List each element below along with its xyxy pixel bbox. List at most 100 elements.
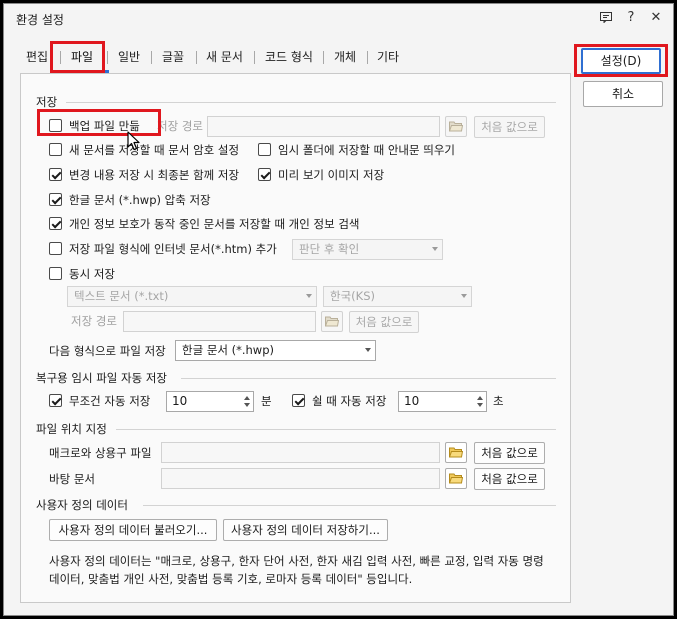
simultaneous-save-checkbox[interactable] (49, 267, 62, 280)
sim-encoding-select[interactable]: 한국(KS) (323, 286, 472, 307)
settings-dialog: 환경 설정 ? ✕ 편집 파일 일반 글꼴 새 문서 코드 형식 개체 기타 설… (3, 3, 674, 616)
idle-seconds-stepper[interactable]: 10 (398, 391, 487, 412)
background-doc-input[interactable] (161, 468, 440, 489)
add-htm-select[interactable]: 판단 후 확인 (292, 239, 443, 260)
save-preview-option[interactable]: 미리 보기 이미지 저장 (258, 167, 398, 183)
save-preview-label: 미리 보기 이미지 저장 (278, 168, 385, 182)
background-reset-button[interactable]: 처음 값으로 (474, 468, 545, 490)
help-window-icon[interactable] (596, 8, 616, 28)
next-format-select[interactable]: 한글 문서 (*.hwp) (175, 340, 376, 361)
background-browse-button[interactable] (445, 468, 467, 489)
add-htm-checkbox[interactable] (49, 242, 62, 255)
simultaneous-save-label: 동시 저장 (69, 267, 115, 281)
tab-divider (60, 51, 61, 64)
tab-font[interactable]: 글꼴 (162, 48, 184, 65)
unconditional-minutes-stepper[interactable]: 10 (166, 391, 254, 412)
idle-seconds-value: 10 (404, 394, 420, 408)
tab-divider (151, 51, 152, 64)
next-format-label: 다음 형식으로 파일 저장 (49, 344, 166, 358)
tab-new-document[interactable]: 새 문서 (206, 48, 243, 65)
sim-format-select[interactable]: 텍스트 문서 (*.txt) (67, 286, 317, 307)
close-icon[interactable]: ✕ (646, 8, 666, 28)
dialog-title: 환경 설정 (16, 13, 64, 27)
save-section-title: 저장 (36, 95, 58, 109)
unconditional-minutes-value: 10 (172, 394, 188, 408)
save-final-checkbox[interactable] (49, 168, 62, 181)
spin-up-icon[interactable] (477, 396, 483, 400)
tab-divider (107, 51, 108, 64)
save-path-browse-button[interactable] (445, 116, 467, 137)
compress-hwp-option[interactable]: 한글 문서 (*.hwp) 압축 저장 (49, 192, 249, 208)
sim-path-reset-button[interactable]: 처음 값으로 (349, 311, 419, 333)
compress-hwp-checkbox[interactable] (49, 193, 62, 206)
simultaneous-save-option[interactable]: 동시 저장 (49, 266, 129, 282)
encrypt-new-label: 새 문서를 저장할 때 문서 암호 설정 (69, 143, 240, 157)
save-final-label: 변경 내용 저장 시 최종본 함께 저장 (69, 168, 240, 182)
tab-code-format[interactable]: 코드 형식 (265, 48, 313, 65)
encrypt-new-option[interactable]: 새 문서를 저장할 때 문서 암호 설정 (49, 142, 259, 158)
save-path-reset-button[interactable]: 처음 값으로 (474, 116, 545, 138)
mouse-cursor-icon (127, 131, 140, 151)
idle-autosave-option[interactable]: 쉴 때 자동 저장 (292, 393, 402, 409)
spin-down-icon[interactable] (477, 403, 483, 407)
section-divider (143, 505, 556, 506)
temp-folder-notice-checkbox[interactable] (258, 143, 271, 156)
title-bar: 환경 설정 ? ✕ (4, 4, 673, 34)
personal-info-option[interactable]: 개인 정보 보호가 동작 중인 문서를 저장할 때 개인 정보 검색 (49, 216, 379, 232)
unconditional-autosave-checkbox[interactable] (49, 394, 62, 407)
tab-divider (323, 51, 324, 64)
file-settings-panel: 저장 백업 파일 만듦 저장 경로 처음 값으로 새 문서를 저장할 때 문서 … (20, 73, 571, 603)
question-icon[interactable]: ? (621, 8, 641, 28)
macro-reset-button[interactable]: 처음 값으로 (474, 442, 545, 464)
next-format-value: 한글 문서 (*.hwp) (182, 343, 275, 357)
idle-autosave-label: 쉴 때 자동 저장 (312, 394, 387, 408)
load-user-data-button[interactable]: 사용자 정의 데이터 불러오기... (49, 519, 217, 541)
tab-object[interactable]: 개체 (334, 48, 356, 65)
save-path-input[interactable] (207, 116, 440, 137)
save-preview-checkbox[interactable] (258, 168, 271, 181)
file-location-section-title: 파일 위치 지정 (36, 422, 107, 436)
save-user-data-button[interactable]: 사용자 정의 데이터 저장하기... (223, 519, 388, 541)
cancel-button[interactable]: 취소 (583, 81, 663, 107)
idle-autosave-checkbox[interactable] (292, 394, 305, 407)
user-data-section-title: 사용자 정의 데이터 (36, 498, 128, 512)
backup-checkbox[interactable] (49, 119, 62, 132)
add-htm-select-value: 판단 후 확인 (299, 242, 360, 256)
macro-file-label: 매크로와 상용구 파일 (49, 446, 152, 460)
sim-format-value: 텍스트 문서 (*.txt) (74, 289, 169, 303)
spin-down-icon[interactable] (244, 403, 250, 407)
folder-icon (325, 316, 339, 327)
tab-divider (367, 51, 368, 64)
personal-info-label: 개인 정보 보호가 동작 중인 문서를 저장할 때 개인 정보 검색 (69, 217, 360, 231)
section-divider (181, 378, 556, 379)
encrypt-new-checkbox[interactable] (49, 143, 62, 156)
tab-file[interactable]: 파일 (71, 48, 93, 65)
tab-etc[interactable]: 기타 (377, 48, 399, 65)
add-htm-option[interactable]: 저장 파일 형식에 인터넷 문서(*.htm) 추가 (49, 241, 289, 257)
save-final-option[interactable]: 변경 내용 저장 시 최종본 함께 저장 (49, 167, 249, 183)
tab-divider (254, 51, 255, 64)
folder-icon (449, 447, 463, 458)
sim-path-input[interactable] (123, 311, 316, 332)
sim-encoding-value: 한국(KS) (330, 289, 375, 303)
tab-edit[interactable]: 편집 (26, 48, 48, 65)
macro-file-input[interactable] (161, 442, 440, 463)
minutes-unit: 분 (261, 394, 272, 408)
autosave-section-title: 복구용 임시 파일 자동 저장 (36, 371, 168, 385)
temp-folder-notice-option[interactable]: 임시 폴더에 저장할 때 안내문 띄우기 (258, 142, 478, 158)
backup-option[interactable]: 백업 파일 만듦 (49, 118, 169, 134)
tab-divider (196, 51, 197, 64)
sim-path-browse-button[interactable] (321, 311, 343, 332)
macro-browse-button[interactable] (445, 442, 467, 463)
tab-general[interactable]: 일반 (118, 48, 140, 65)
seconds-unit: 초 (493, 394, 504, 408)
chevron-down-icon (461, 294, 467, 298)
ok-button[interactable]: 설정(D) (581, 48, 661, 74)
spin-up-icon[interactable] (244, 396, 250, 400)
personal-info-checkbox[interactable] (49, 217, 62, 230)
chevron-down-icon (306, 294, 312, 298)
compress-hwp-label: 한글 문서 (*.hwp) 압축 저장 (69, 193, 211, 207)
section-divider (116, 429, 556, 430)
unconditional-autosave-option[interactable]: 무조건 자동 저장 (49, 393, 169, 409)
chevron-down-icon (432, 247, 438, 251)
